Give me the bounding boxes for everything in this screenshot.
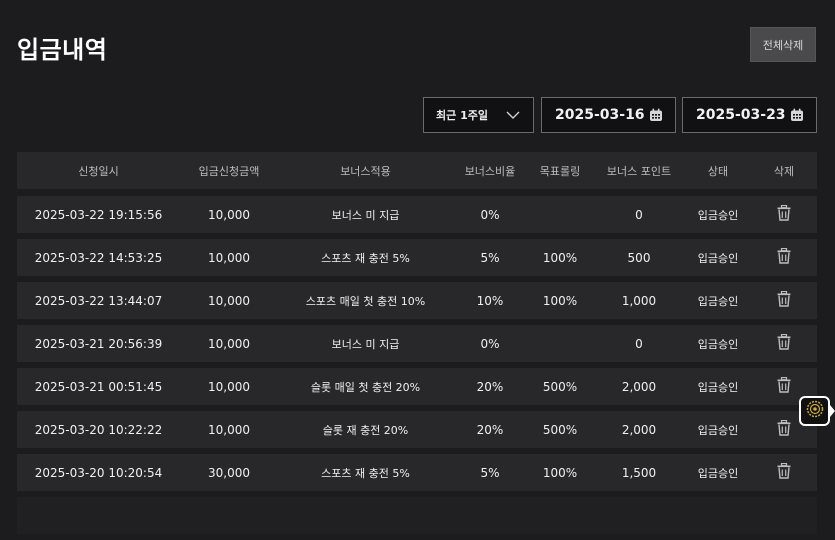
cell-points: 1,500	[621, 465, 657, 480]
cell-points: 2,000	[621, 422, 657, 437]
calendar-icon[interactable]	[649, 108, 663, 126]
trash-icon	[777, 247, 791, 267]
delete-row-button[interactable]	[751, 333, 817, 353]
cell-bonus: 스포츠 매일 첫 충전 10%	[305, 294, 426, 308]
header-amount: 입금신청금액	[198, 164, 260, 178]
period-select-label: 최근 1주일	[436, 109, 488, 122]
cell-ratio: 20%	[476, 422, 504, 437]
cell-rolling: 100%	[542, 293, 578, 308]
cell-rolling: 100%	[542, 250, 578, 265]
cell-ratio: 5%	[480, 250, 500, 265]
header-status: 상태	[707, 164, 729, 178]
period-select[interactable]: 최근 1주일	[423, 97, 534, 133]
delete-row-button[interactable]	[751, 247, 817, 267]
header-points: 보너스 포인트	[606, 164, 672, 178]
cell-ratio: 0%	[480, 336, 500, 351]
header-date: 신청일시	[78, 164, 119, 178]
table-row: 2025-03-20 10:20:54 30,000 스포츠 재 충전 5% 5% 10…	[17, 454, 817, 491]
table-header: 신청일시 입금신청금액 보너스적용 보너스비율 목표롤링 보너스 포인트 상태 …	[17, 152, 817, 189]
header-rolling: 목표롤링	[539, 164, 581, 178]
table-row: 2025-03-22 19:15:56 10,000 보너스 미 지급 0% 0 입금승인	[17, 196, 817, 233]
delete-all-button[interactable]: 전체삭제	[750, 27, 816, 62]
cell-points: 500	[627, 250, 651, 265]
cell-amount: 10,000	[208, 207, 250, 222]
delete-row-button[interactable]	[751, 204, 817, 224]
cell-points: 0	[635, 207, 643, 222]
table-row: 2025-03-21 20:56:39 10,000 보너스 미 지급 0% 0 입금승인	[17, 325, 817, 362]
cell-status: 입금승인	[697, 466, 739, 480]
page-title: 입금내역	[17, 36, 108, 64]
header-delete: 삭제	[773, 164, 795, 178]
trash-icon	[777, 376, 791, 396]
cell-points: 0	[635, 336, 643, 351]
chevron-down-icon	[505, 107, 521, 126]
cell-rolling: 500%	[542, 422, 578, 437]
trash-icon	[777, 419, 791, 439]
cell-amount: 10,000	[208, 336, 250, 351]
cell-date: 2025-03-20 10:20:54	[34, 465, 163, 480]
delete-row-button[interactable]	[751, 376, 817, 396]
floating-support-button[interactable]	[799, 396, 830, 426]
support-icon	[806, 400, 824, 422]
cell-amount: 10,000	[208, 250, 250, 265]
trash-icon	[777, 204, 791, 224]
cell-ratio: 10%	[476, 293, 504, 308]
cell-amount: 10,000	[208, 293, 250, 308]
cell-date: 2025-03-20 10:22:22	[34, 422, 163, 437]
cell-ratio: 0%	[480, 207, 500, 222]
cell-date: 2025-03-21 00:51:45	[34, 379, 163, 394]
delete-row-button[interactable]	[751, 290, 817, 310]
date-from-value: 2025-03-16	[555, 107, 645, 123]
cell-date: 2025-03-21 20:56:39	[34, 336, 163, 351]
table-row: 2025-03-22 13:44:07 10,000 스포츠 매일 첫 충전 10%…	[17, 282, 817, 319]
cell-rolling: 100%	[542, 465, 578, 480]
date-to-field[interactable]: 2025-03-23	[682, 97, 817, 133]
cell-status: 입금승인	[697, 380, 739, 394]
date-from-field[interactable]: 2025-03-16	[541, 97, 676, 133]
table-row: 2025-03-21 00:51:45 10,000 슬롯 매일 첫 충전 20% 2…	[17, 368, 817, 405]
header-ratio: 보너스비율	[464, 164, 516, 178]
cell-bonus: 스포츠 재 충전 5%	[321, 466, 410, 480]
cell-date: 2025-03-22 19:15:56	[34, 207, 163, 222]
delete-row-button[interactable]	[751, 462, 817, 482]
cell-date: 2025-03-22 13:44:07	[34, 293, 163, 308]
trash-icon	[777, 462, 791, 482]
cell-bonus: 스포츠 재 충전 5%	[321, 251, 410, 265]
cell-status: 입금승인	[697, 294, 739, 308]
cell-date: 2025-03-22 14:53:25	[34, 250, 163, 265]
cell-amount: 10,000	[208, 422, 250, 437]
table-row-partial	[17, 497, 817, 534]
date-to-value: 2025-03-23	[696, 107, 786, 123]
cell-status: 입금승인	[697, 337, 739, 351]
cell-status: 입금승인	[697, 208, 739, 222]
cell-bonus: 보너스 미 지급	[331, 337, 400, 351]
cell-points: 2,000	[621, 379, 657, 394]
cell-ratio: 5%	[480, 465, 500, 480]
table-row: 2025-03-22 14:53:25 10,000 스포츠 재 충전 5% 5% 10…	[17, 239, 817, 276]
cell-rolling: 500%	[542, 379, 578, 394]
floating-button-pointer	[830, 405, 835, 417]
cell-bonus: 슬롯 매일 첫 충전 20%	[310, 380, 421, 394]
cell-status: 입금승인	[697, 251, 739, 265]
cell-amount: 10,000	[208, 379, 250, 394]
cell-bonus: 보너스 미 지급	[331, 208, 400, 222]
calendar-icon[interactable]	[790, 108, 804, 126]
table-row: 2025-03-20 10:22:22 10,000 슬롯 재 충전 20% 20% 5…	[17, 411, 817, 448]
cell-status: 입금승인	[697, 423, 739, 437]
cell-points: 1,000	[621, 293, 657, 308]
trash-icon	[777, 290, 791, 310]
cell-amount: 30,000	[208, 465, 250, 480]
deposit-table: 신청일시 입금신청금액 보너스적용 보너스비율 목표롤링 보너스 포인트 상태 …	[17, 152, 817, 540]
cell-ratio: 20%	[476, 379, 504, 394]
trash-icon	[777, 333, 791, 353]
cell-bonus: 슬롯 재 충전 20%	[322, 423, 409, 437]
header-bonus: 보너스적용	[340, 164, 391, 178]
